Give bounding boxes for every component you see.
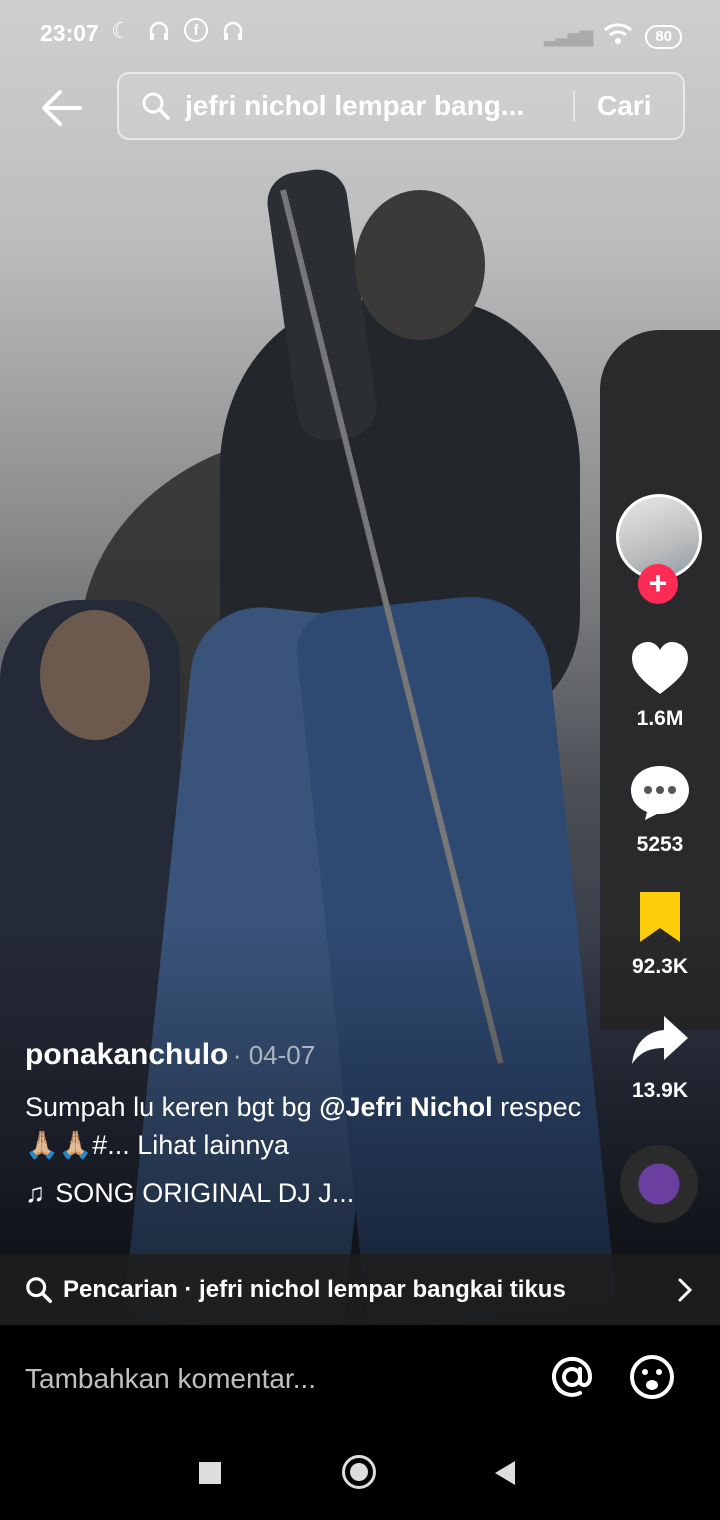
moon-icon: ☾ xyxy=(111,18,131,43)
like-button[interactable]: 1.6M xyxy=(608,640,712,731)
music-disc-icon[interactable] xyxy=(620,1145,698,1223)
search-icon xyxy=(26,1276,52,1303)
video-face-left xyxy=(40,610,150,740)
comment-count: 5253 xyxy=(636,833,684,856)
search-icon xyxy=(142,92,170,120)
facebook-icon: f xyxy=(184,18,208,42)
emoji-icon[interactable] xyxy=(628,1353,676,1401)
song-title: SONG ORIGINAL DJ J... xyxy=(55,1178,355,1208)
headphones-icon xyxy=(146,18,172,44)
music-note-icon: ♫ xyxy=(25,1178,46,1208)
recents-square-icon[interactable] xyxy=(199,1462,221,1484)
home-circle-icon[interactable] xyxy=(342,1455,376,1489)
wifi-icon xyxy=(603,22,633,51)
author-username[interactable]: ponakanchulo xyxy=(25,1038,228,1071)
save-count: 92.3K xyxy=(631,955,689,978)
signal-icon: ▂▃▅▆ xyxy=(543,26,593,46)
related-search-label: Pencarian · jefri nichol lempar bangkai … xyxy=(63,1275,566,1303)
like-count: 1.6M xyxy=(636,707,684,730)
video-caption: ponakanchulo · 04-07 Sumpah lu keren bgt… xyxy=(25,1038,585,1209)
save-button[interactable]: 92.3K xyxy=(608,890,712,979)
video-head xyxy=(355,190,485,340)
headset-icon xyxy=(220,18,246,44)
song-ticker[interactable]: ♫ SONG ORIGINAL DJ J... xyxy=(25,1178,585,1209)
comment-bar: Tambahkan komentar... xyxy=(0,1325,720,1435)
follow-plus-icon[interactable]: + xyxy=(638,564,678,604)
search-bar[interactable]: jefri nichol lempar bang... Cari xyxy=(117,72,685,140)
caption-prefix: Sumpah lu keren bgt bg xyxy=(25,1092,320,1122)
post-date: · 04-07 xyxy=(232,1040,316,1070)
search-query[interactable]: jefri nichol lempar bang... xyxy=(185,90,565,122)
share-button[interactable]: 13.9K xyxy=(608,1014,712,1103)
status-notification-icons: ☾ f xyxy=(108,18,246,44)
comment-bubble-icon xyxy=(631,766,689,820)
mention-at-icon[interactable] xyxy=(548,1353,596,1401)
related-search-banner[interactable]: Pencarian · jefri nichol lempar bangkai … xyxy=(0,1254,720,1325)
system-nav-bar xyxy=(0,1435,720,1520)
share-arrow-icon xyxy=(632,1016,688,1064)
status-time: 23:07 xyxy=(40,20,99,46)
battery-indicator: 80 xyxy=(645,24,682,49)
share-count: 13.9K xyxy=(631,1079,689,1102)
comment-button[interactable]: 5253 xyxy=(608,764,712,857)
search-divider xyxy=(573,91,575,121)
status-system-icons: ▂▃▅▆ 80 xyxy=(544,22,682,51)
chevron-right-icon xyxy=(678,1278,693,1301)
status-bar: 23:07 ☾ f ▂▃▅▆ 80 xyxy=(0,0,720,70)
comment-input[interactable]: Tambahkan komentar... xyxy=(25,1363,316,1395)
back-triangle-icon[interactable] xyxy=(495,1461,515,1485)
heart-icon xyxy=(632,642,688,694)
back-arrow-icon[interactable] xyxy=(36,82,88,134)
search-button[interactable]: Cari xyxy=(597,90,651,122)
caption-mention[interactable]: @Jefri Nichol xyxy=(319,1092,492,1122)
bookmark-icon xyxy=(640,892,680,942)
see-more-link[interactable]: Lihat lainnya xyxy=(137,1130,289,1160)
caption-text[interactable]: Sumpah lu keren bgt bg @Jefri Nichol res… xyxy=(25,1088,585,1164)
